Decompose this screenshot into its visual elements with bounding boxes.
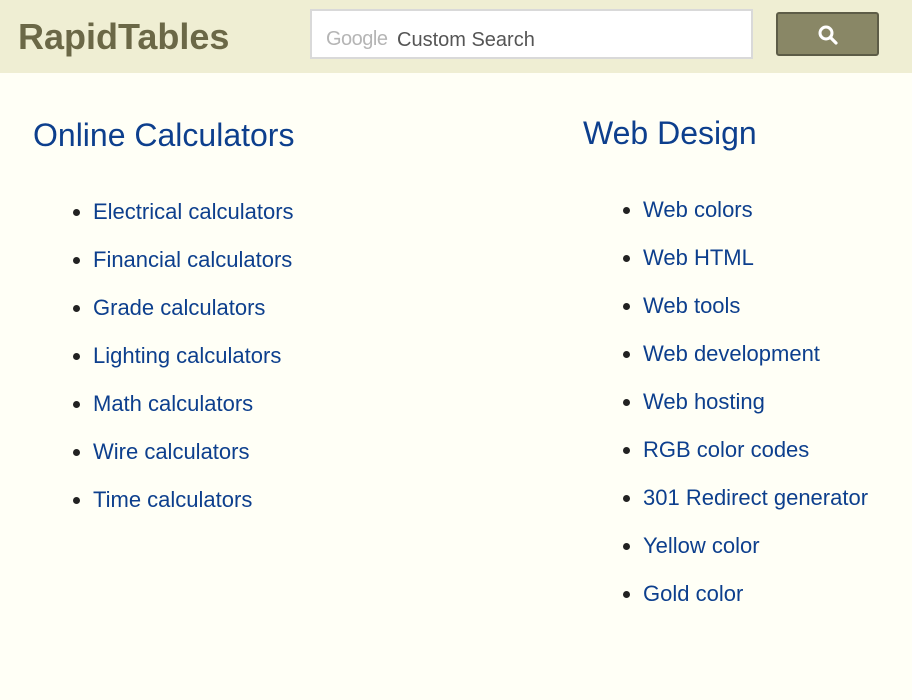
- list-item: Wire calculators: [73, 439, 294, 487]
- link-web-html[interactable]: Web HTML: [643, 245, 754, 270]
- bullet-icon: [73, 497, 80, 504]
- section-title-web-design: Web Design: [583, 115, 757, 151]
- list-item: Time calculators: [73, 487, 294, 535]
- bullet-icon: [73, 449, 80, 456]
- link-301-redirect-generator[interactable]: 301 Redirect generator: [643, 485, 868, 510]
- link-web-hosting[interactable]: Web hosting: [643, 389, 765, 414]
- search-icon: [818, 25, 838, 45]
- link-gold-color[interactable]: Gold color: [643, 581, 743, 606]
- link-web-development[interactable]: Web development: [643, 341, 820, 366]
- link-yellow-color[interactable]: Yellow color: [643, 533, 760, 558]
- list-item: Math calculators: [73, 391, 294, 439]
- list-item: Web hosting: [623, 389, 868, 437]
- bullet-icon: [623, 447, 630, 454]
- bullet-icon: [623, 543, 630, 550]
- list-item: Gold color: [623, 581, 868, 629]
- list-item: 301 Redirect generator: [623, 485, 868, 533]
- bullet-icon: [623, 351, 630, 358]
- link-financial-calculators[interactable]: Financial calculators: [93, 247, 292, 272]
- link-wire-calculators[interactable]: Wire calculators: [93, 439, 249, 464]
- list-item: Web development: [623, 341, 868, 389]
- list-item: Electrical calculators: [73, 199, 294, 247]
- bullet-icon: [73, 209, 80, 216]
- header: RapidTables Google Custom Search: [0, 0, 912, 73]
- search-button[interactable]: [776, 12, 879, 56]
- web-design-list: Web colors Web HTML Web tools Web develo…: [623, 197, 868, 629]
- search-input[interactable]: Google Custom Search: [310, 9, 753, 59]
- list-item: Yellow color: [623, 533, 868, 581]
- bullet-icon: [73, 257, 80, 264]
- bullet-icon: [623, 303, 630, 310]
- bullet-icon: [73, 353, 80, 360]
- logo[interactable]: RapidTables: [18, 16, 229, 58]
- bullet-icon: [623, 399, 630, 406]
- link-web-tools[interactable]: Web tools: [643, 293, 740, 318]
- search-placeholder: Custom Search: [397, 29, 535, 51]
- link-lighting-calculators[interactable]: Lighting calculators: [93, 343, 281, 368]
- google-brand-label: Google: [326, 28, 388, 50]
- list-item: Lighting calculators: [73, 343, 294, 391]
- link-grade-calculators[interactable]: Grade calculators: [93, 295, 265, 320]
- link-math-calculators[interactable]: Math calculators: [93, 391, 253, 416]
- section-title-online-calculators: Online Calculators: [33, 117, 295, 153]
- bullet-icon: [623, 207, 630, 214]
- bullet-icon: [73, 401, 80, 408]
- bullet-icon: [623, 255, 630, 262]
- link-web-colors[interactable]: Web colors: [643, 197, 753, 222]
- list-item: Web HTML: [623, 245, 868, 293]
- bullet-icon: [623, 495, 630, 502]
- bullet-icon: [73, 305, 80, 312]
- list-item: Web tools: [623, 293, 868, 341]
- link-electrical-calculators[interactable]: Electrical calculators: [93, 199, 294, 224]
- link-rgb-color-codes[interactable]: RGB color codes: [643, 437, 809, 462]
- list-item: Grade calculators: [73, 295, 294, 343]
- list-item: Web colors: [623, 197, 868, 245]
- online-calculators-list: Electrical calculators Financial calcula…: [73, 199, 294, 535]
- list-item: Financial calculators: [73, 247, 294, 295]
- bullet-icon: [623, 591, 630, 598]
- list-item: RGB color codes: [623, 437, 868, 485]
- link-time-calculators[interactable]: Time calculators: [93, 487, 252, 512]
